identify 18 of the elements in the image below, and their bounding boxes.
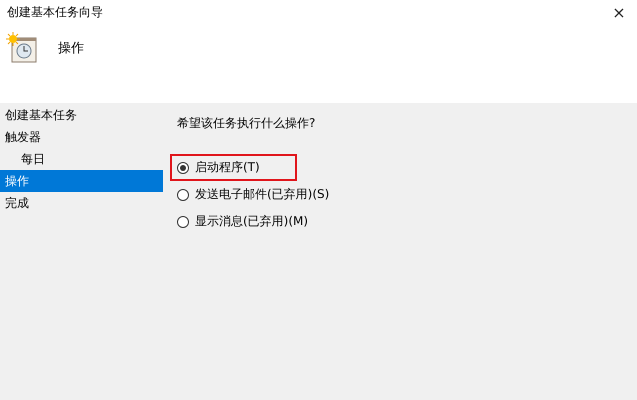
sidebar-item[interactable]: 触发器 <box>0 126 163 148</box>
page-heading: 操作 <box>58 40 84 57</box>
radio-option[interactable]: 显示消息(已弃用)(M) <box>170 208 316 235</box>
sidebar-item[interactable]: 完成 <box>0 192 163 214</box>
radio-option[interactable]: 发送电子邮件(已弃用)(S) <box>170 181 338 208</box>
radio-button[interactable] <box>177 188 189 200</box>
option-label[interactable]: 启动程序(T) <box>195 159 260 176</box>
sidebar-item[interactable]: 创建基本任务 <box>0 104 163 126</box>
option-label[interactable]: 发送电子邮件(已弃用)(S) <box>195 186 330 203</box>
sidebar-item[interactable]: 每日 <box>0 148 163 170</box>
sidebar-item[interactable]: 操作 <box>0 170 163 192</box>
clock-icon <box>6 32 38 64</box>
radio-button[interactable] <box>177 162 189 174</box>
close-button[interactable]: × <box>601 2 637 22</box>
window-title: 创建基本任务向导 <box>7 4 103 20</box>
question-text: 希望该任务执行什么操作? <box>177 115 316 132</box>
radio-button[interactable] <box>177 216 189 228</box>
option-label[interactable]: 显示消息(已弃用)(M) <box>195 213 308 230</box>
